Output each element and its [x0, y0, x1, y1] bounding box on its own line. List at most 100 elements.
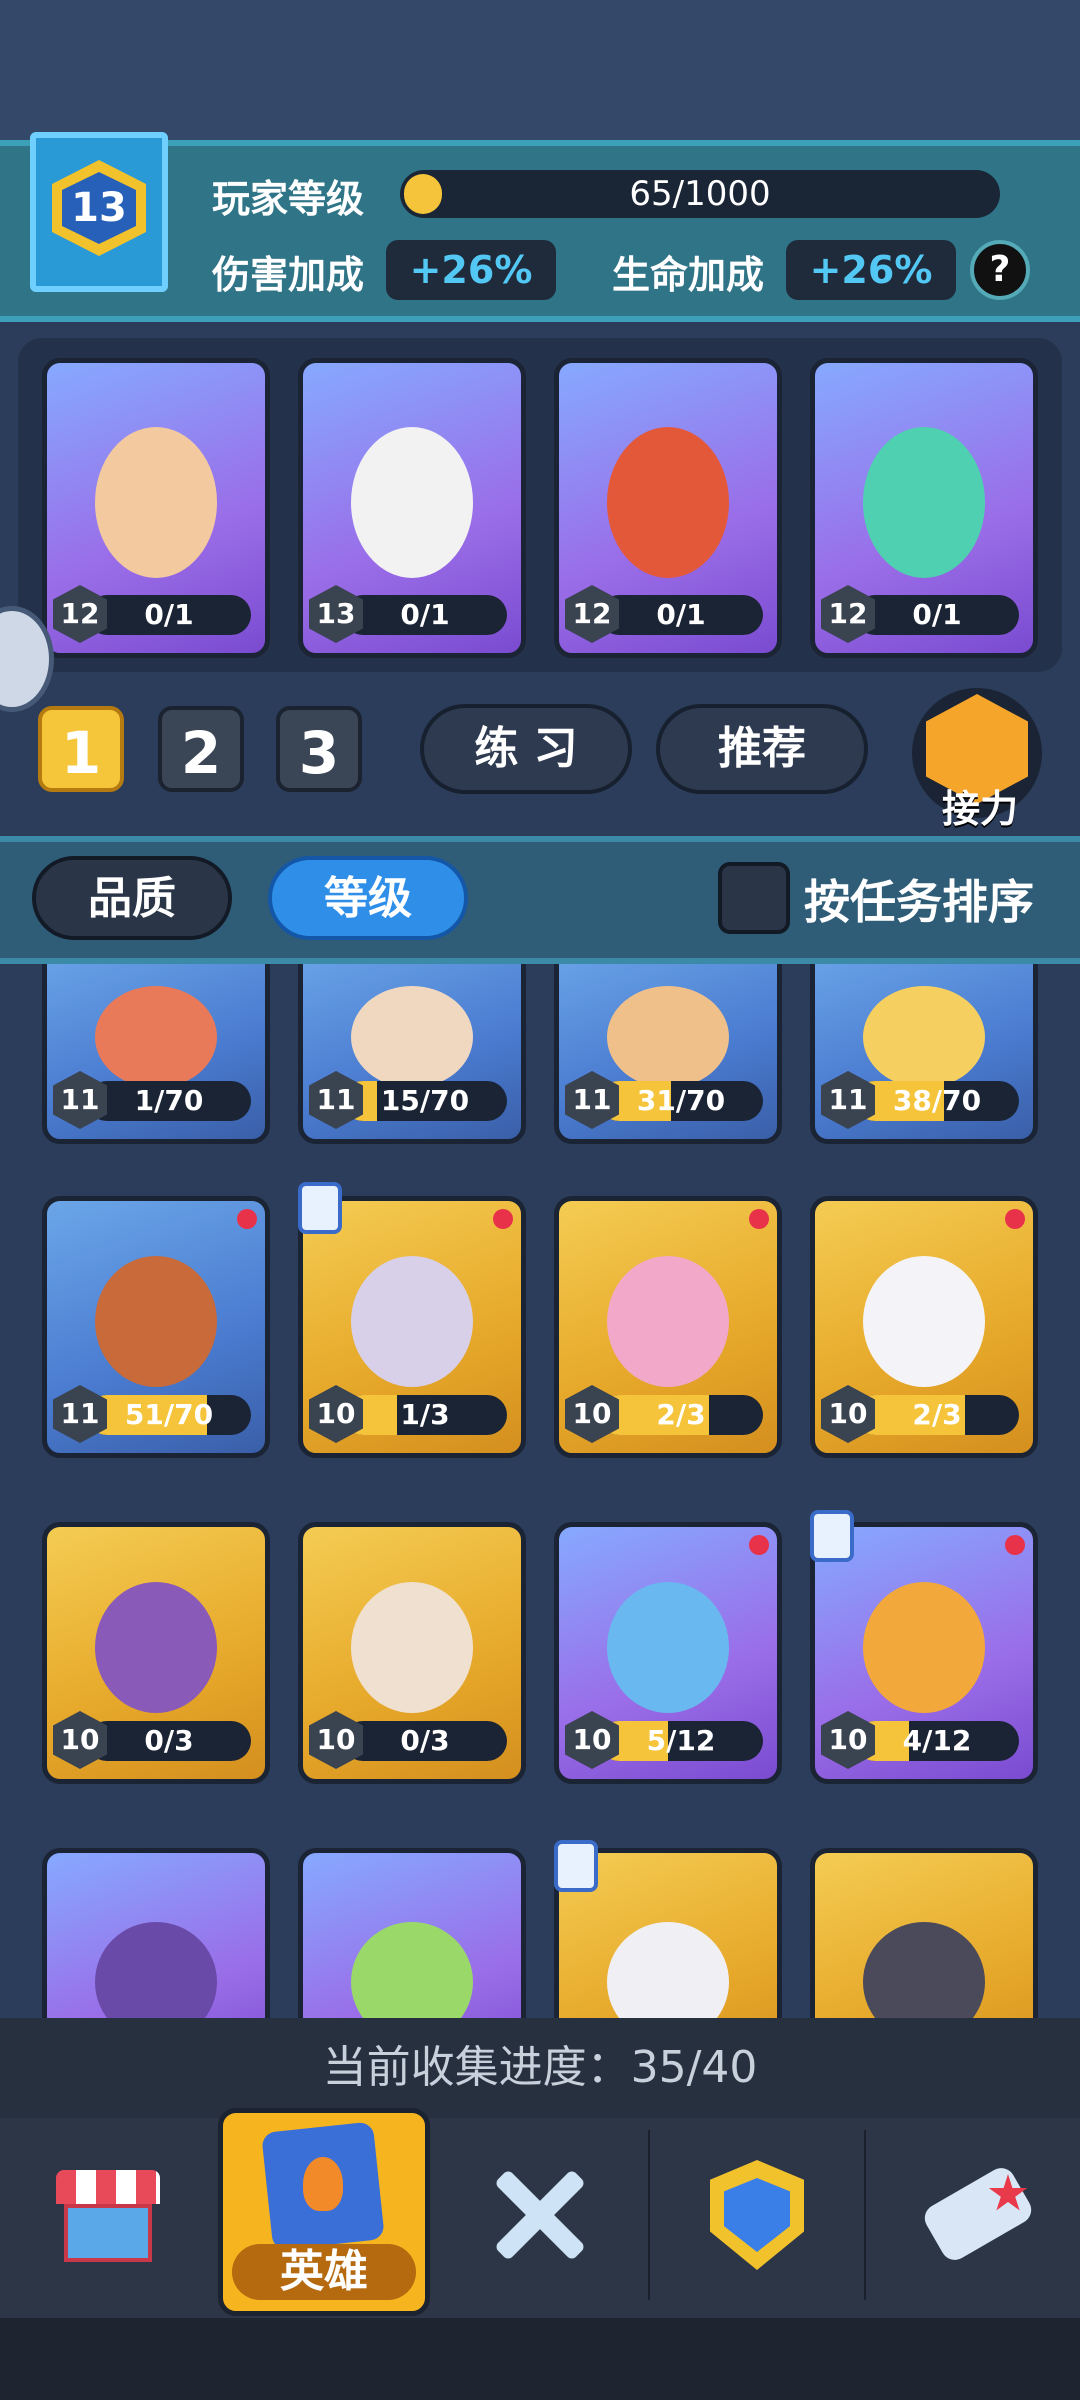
team-hero-3-card[interactable]: 0/1 12 — [554, 358, 782, 658]
card-progress-bar: 0/3 — [343, 1721, 507, 1761]
card-progress-text: 0/3 — [144, 1724, 194, 1757]
card-progress-text: 0/1 — [912, 598, 962, 631]
nav-event[interactable] — [918, 2163, 1038, 2265]
hero-portrait — [862, 986, 986, 1089]
hero-portrait — [606, 1256, 730, 1388]
hero-9-card[interactable]: 0/3 10 — [42, 1522, 270, 1784]
hero-1-card[interactable]: 1/70 11 — [42, 964, 270, 1144]
nav-battle[interactable] — [480, 2160, 600, 2270]
team-hero-4-card[interactable]: 0/1 12 — [810, 358, 1038, 658]
hero-portrait — [350, 986, 474, 1089]
hero-portrait — [350, 426, 474, 578]
card-progress-text: 0/3 — [400, 1724, 450, 1757]
card-progress-text: 31/70 — [636, 1084, 726, 1117]
card-progress-bar: 0/1 — [87, 595, 251, 635]
hero-portrait — [862, 1582, 986, 1714]
notification-dot — [493, 1209, 513, 1229]
hp-bonus-value: +26% — [786, 240, 956, 300]
hero-portrait — [94, 1922, 218, 2020]
card-progress-text: 4/12 — [902, 1724, 972, 1757]
notification-dot — [237, 1209, 257, 1229]
hero-4-card[interactable]: 38/70 11 — [810, 964, 1038, 1144]
help-button[interactable]: ? — [970, 240, 1030, 300]
hero-card-partial[interactable] — [298, 1848, 526, 2020]
hero-3-card[interactable]: 31/70 11 — [554, 964, 782, 1144]
hero-portrait — [862, 1256, 986, 1388]
team-hero-2-card[interactable]: 0/1 13 — [298, 358, 526, 658]
hero-portrait — [862, 426, 986, 578]
bottom-strip — [0, 2318, 1080, 2400]
notification-dot — [749, 1209, 769, 1229]
card-progress-bar: 4/12 — [855, 1721, 1019, 1761]
hero-portrait — [350, 1582, 474, 1714]
sort-by-task-checkbox[interactable] — [718, 862, 790, 934]
damage-bonus-value: +26% — [386, 240, 556, 300]
hero-10-card[interactable]: 0/3 10 — [298, 1522, 526, 1784]
card-progress-text: 51/70 — [124, 1398, 214, 1431]
card-progress-text: 38/70 — [892, 1084, 982, 1117]
hero-portrait — [606, 426, 730, 578]
card-progress-text: 0/1 — [400, 598, 450, 631]
hero-6-card[interactable]: 1/3 10 — [298, 1196, 526, 1458]
team-slot-2[interactable]: 2 — [158, 706, 244, 792]
card-progress-bar: 38/70 — [855, 1081, 1019, 1121]
task-clipboard-icon — [298, 1182, 342, 1234]
card-progress-text: 1/3 — [400, 1398, 450, 1431]
relay-label: 接力 — [941, 787, 1018, 831]
hero-portrait — [862, 1922, 986, 2020]
top-background — [0, 0, 1080, 140]
hero-7-card[interactable]: 2/3 10 — [554, 1196, 782, 1458]
hero-portrait — [94, 1256, 218, 1388]
hero-portrait — [606, 1922, 730, 2020]
boxing-glove-icon — [919, 2163, 1037, 2265]
hero-grid: 1/70 11 15/70 11 31/70 11 38/70 11 51/70 11 1/3 10 2… — [0, 964, 1080, 2020]
collection-progress: 当前收集进度：35/40 — [0, 2018, 1080, 2118]
card-progress-bar: 15/70 — [343, 1081, 507, 1121]
hero-portrait — [606, 986, 730, 1089]
xp-text: 65/1000 — [629, 174, 771, 214]
card-progress-bar: 31/70 — [599, 1081, 763, 1121]
card-progress-bar: 2/3 — [599, 1395, 763, 1435]
hero-5-card[interactable]: 51/70 11 — [42, 1196, 270, 1458]
shield-icon — [724, 2178, 790, 2252]
sort-by-task-label: 按任务排序 — [804, 875, 1034, 929]
recommend-button[interactable]: 推荐 — [656, 704, 868, 794]
damage-bonus-label: 伤害加成 — [212, 253, 365, 297]
hero-portrait — [350, 1922, 474, 2020]
hero-portrait — [94, 986, 218, 1089]
task-clipboard-icon — [554, 1840, 598, 1892]
card-progress-text: 1/70 — [134, 1084, 204, 1117]
card-progress-bar: 0/1 — [599, 595, 763, 635]
hero-portrait — [94, 1582, 218, 1714]
card-progress-text: 0/1 — [144, 598, 194, 631]
team-slot-3[interactable]: 3 — [276, 706, 362, 792]
hero-8-card[interactable]: 2/3 10 — [810, 1196, 1038, 1458]
hero-portrait — [606, 1582, 730, 1714]
player-level-badge[interactable]: 13 — [30, 132, 168, 292]
team-slot-1[interactable]: 1 — [38, 706, 124, 792]
practice-button[interactable]: 练 习 — [420, 704, 632, 794]
card-progress-bar: 51/70 — [87, 1395, 251, 1435]
nav-shop[interactable] — [56, 2170, 160, 2262]
notification-dot — [1005, 1535, 1025, 1555]
nav-heroes-label: 英雄 — [232, 2244, 416, 2300]
hero-card-partial[interactable] — [810, 1848, 1038, 2020]
card-progress-bar: 0/1 — [343, 595, 507, 635]
card-progress-bar: 1/70 — [87, 1081, 251, 1121]
hero-portrait — [350, 1256, 474, 1388]
filter-level-button[interactable]: 等级 — [268, 856, 468, 940]
task-clipboard-icon — [810, 1510, 854, 1562]
notification-dot — [1005, 1209, 1025, 1229]
hero-11-card[interactable]: 5/12 10 — [554, 1522, 782, 1784]
card-progress-text: 0/1 — [656, 598, 706, 631]
filter-quality-button[interactable]: 品质 — [32, 856, 232, 940]
card-progress-text: 2/3 — [656, 1398, 706, 1431]
card-progress-bar: 0/3 — [87, 1721, 251, 1761]
card-progress-text: 5/12 — [646, 1724, 716, 1757]
hero-card-partial[interactable] — [42, 1848, 270, 2020]
team-hero-1-card[interactable]: 0/1 12 — [42, 358, 270, 658]
card-progress-bar: 1/3 — [343, 1395, 507, 1435]
card-progress-text: 2/3 — [912, 1398, 962, 1431]
hero-2-card[interactable]: 15/70 11 — [298, 964, 526, 1144]
card-progress-bar: 2/3 — [855, 1395, 1019, 1435]
